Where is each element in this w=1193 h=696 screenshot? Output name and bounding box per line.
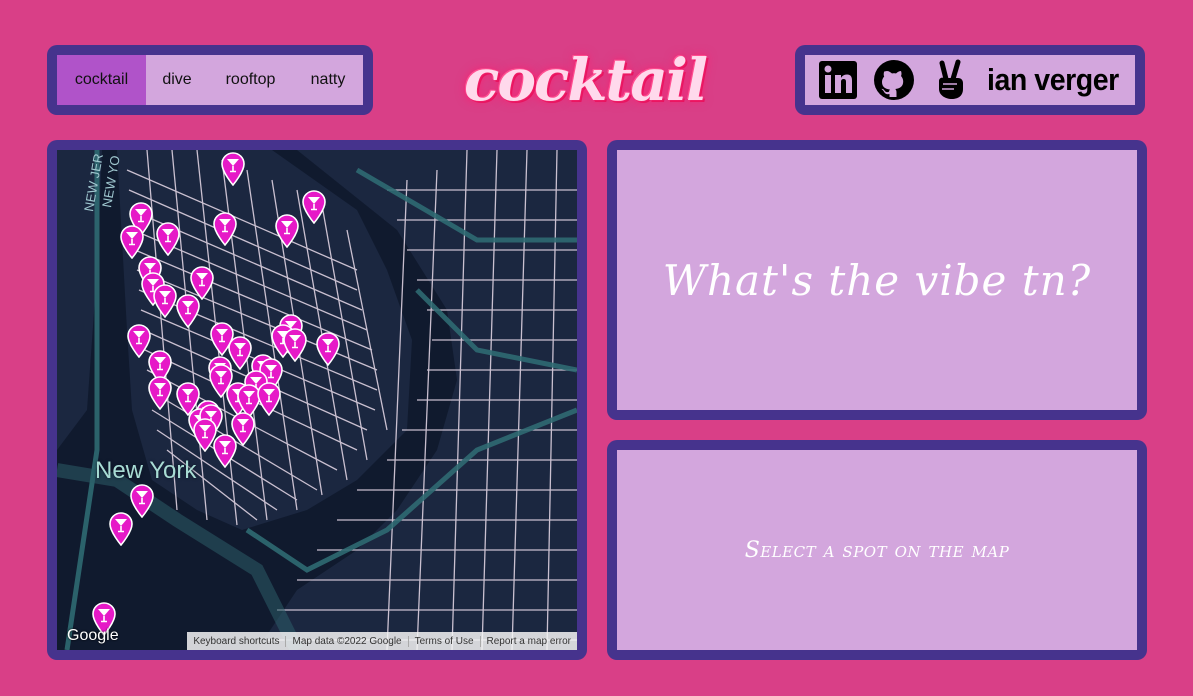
author-name[interactable]: ian verger — [987, 62, 1119, 98]
map-marker-30[interactable] — [256, 382, 282, 417]
vibe-heading: What's the vibe tn? — [662, 255, 1092, 305]
detail-panel: Select a spot on the map — [607, 440, 1147, 660]
cocktail-glass-icon — [257, 382, 281, 417]
select-spot-message: Select a spot on the map — [744, 537, 1010, 563]
map-marker-18[interactable] — [282, 328, 308, 363]
detail-panel-inner: Select a spot on the map — [617, 450, 1137, 650]
cocktail-glass-icon — [213, 212, 237, 247]
keyboard-shortcuts-link[interactable]: Keyboard shortcuts — [187, 635, 287, 647]
github-icon[interactable] — [873, 59, 915, 101]
vibe-panel-inner: What's the vibe tn? — [617, 150, 1137, 410]
cocktail-glass-icon — [120, 225, 144, 260]
vibe-panel: What's the vibe tn? — [607, 140, 1147, 420]
map[interactable]: NEW JER NEW YO New York Google Keyboard … — [57, 150, 577, 650]
map-marker-38[interactable] — [108, 512, 134, 547]
linkedin-icon[interactable] — [817, 59, 859, 101]
map-marker-3[interactable] — [119, 225, 145, 260]
cocktail-glass-icon — [283, 328, 307, 363]
map-label-new-york: New York — [95, 457, 197, 484]
map-marker-6[interactable] — [274, 214, 300, 249]
map-marker-12[interactable] — [175, 294, 201, 329]
map-marker-19[interactable] — [315, 332, 341, 367]
cocktail-glass-icon — [156, 222, 180, 257]
map-marker-7[interactable] — [301, 190, 327, 225]
tab-rooftop[interactable]: rooftop — [208, 55, 293, 105]
cocktail-glass-icon — [316, 332, 340, 367]
tab-dive[interactable]: dive — [146, 55, 208, 105]
map-marker-1[interactable] — [220, 152, 246, 187]
report-error-link[interactable]: Report a map error — [481, 636, 577, 647]
cocktail-glass-icon — [213, 434, 237, 469]
tab-list: cocktail dive rooftop natty — [57, 55, 363, 105]
google-logo: Google — [67, 627, 119, 644]
cocktail-glass-icon — [302, 190, 326, 225]
peace-hand-icon[interactable] — [929, 59, 971, 101]
tab-natty[interactable]: natty — [293, 55, 363, 105]
map-marker-21[interactable] — [147, 376, 173, 411]
map-marker-36[interactable] — [212, 434, 238, 469]
cocktail-glass-icon — [109, 512, 133, 547]
map-attribution: Keyboard shortcuts Map data ©2022 Google… — [187, 632, 577, 650]
app-logo: cocktail — [464, 46, 708, 114]
links-bar: ian verger — [795, 45, 1145, 115]
terms-link[interactable]: Terms of Use — [409, 635, 481, 647]
map-data-text: Map data ©2022 Google — [286, 635, 409, 647]
cocktail-glass-icon — [221, 152, 245, 187]
cocktail-glass-icon — [275, 214, 299, 249]
map-marker-4[interactable] — [155, 222, 181, 257]
category-tabs: cocktail dive rooftop natty — [47, 45, 373, 115]
map-marker-5[interactable] — [212, 212, 238, 247]
cocktail-glass-icon — [148, 376, 172, 411]
links-inner: ian verger — [805, 55, 1135, 105]
cocktail-glass-icon — [176, 294, 200, 329]
map-frame: NEW JER NEW YO New York Google Keyboard … — [47, 140, 587, 660]
tab-cocktail[interactable]: cocktail — [57, 55, 146, 105]
